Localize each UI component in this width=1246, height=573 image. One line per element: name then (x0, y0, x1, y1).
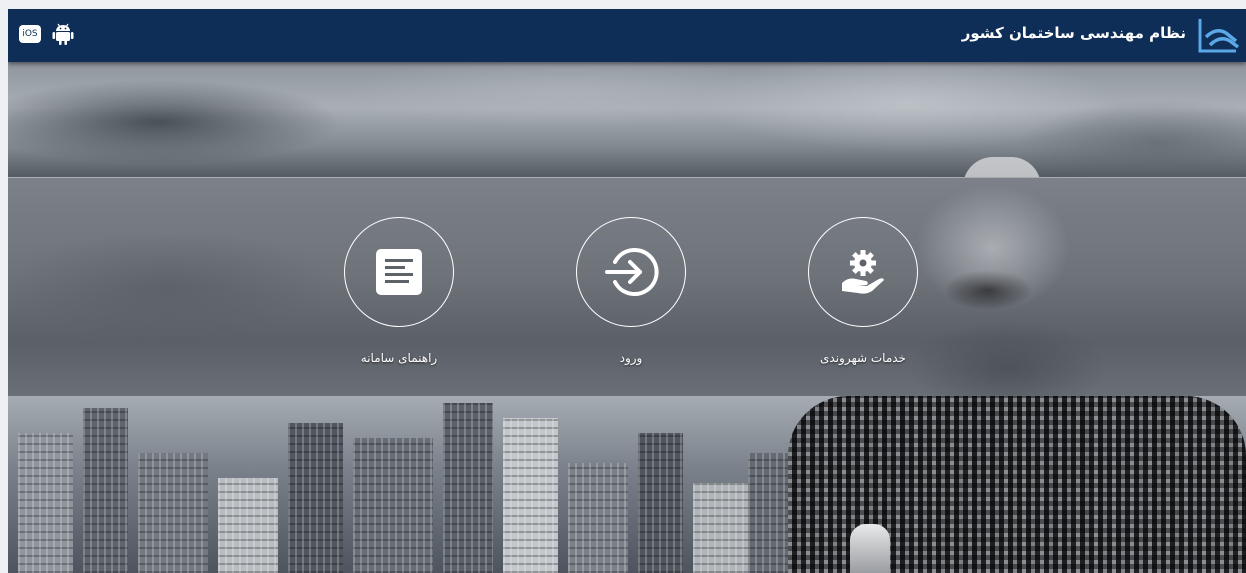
top-navbar: iOS نظام مهندسی ساختمان کشور (8, 9, 1246, 62)
app-page: iOS نظام مهندسی ساختمان کشور خدمات شهرون… (8, 9, 1246, 573)
background-building (288, 423, 343, 573)
background-building (638, 433, 683, 573)
background-building (443, 403, 493, 573)
site-title: نظام مهندسی ساختمان کشور (961, 24, 1186, 42)
background-building (503, 418, 558, 573)
login-arrow-icon (605, 248, 659, 296)
citizen-services-circle (808, 217, 918, 327)
citizen-services-label: خدمات شهروندی (820, 351, 906, 365)
brand-logo-icon[interactable] (1196, 15, 1240, 55)
hero-sky-background (8, 62, 1246, 177)
hero-city-background (8, 396, 1246, 573)
system-guide-button[interactable]: راهنمای سامانه (320, 217, 480, 377)
background-building (18, 433, 73, 573)
login-circle (576, 217, 686, 327)
android-icon[interactable] (52, 22, 74, 46)
system-guide-circle (344, 217, 454, 327)
ios-app-link[interactable]: iOS (19, 25, 41, 43)
background-building (218, 478, 278, 573)
login-label: ورود (619, 351, 643, 365)
citizen-services-button[interactable]: خدمات شهروندی (784, 217, 944, 377)
background-building (138, 453, 208, 573)
background-building (748, 453, 793, 573)
background-chair (850, 524, 890, 573)
system-guide-label: راهنمای سامانه (360, 351, 438, 365)
login-button[interactable]: ورود (552, 217, 712, 377)
background-building (353, 438, 433, 573)
background-building (83, 408, 128, 573)
document-icon (376, 249, 422, 295)
background-building (568, 463, 628, 573)
hand-gear-icon (842, 250, 884, 294)
